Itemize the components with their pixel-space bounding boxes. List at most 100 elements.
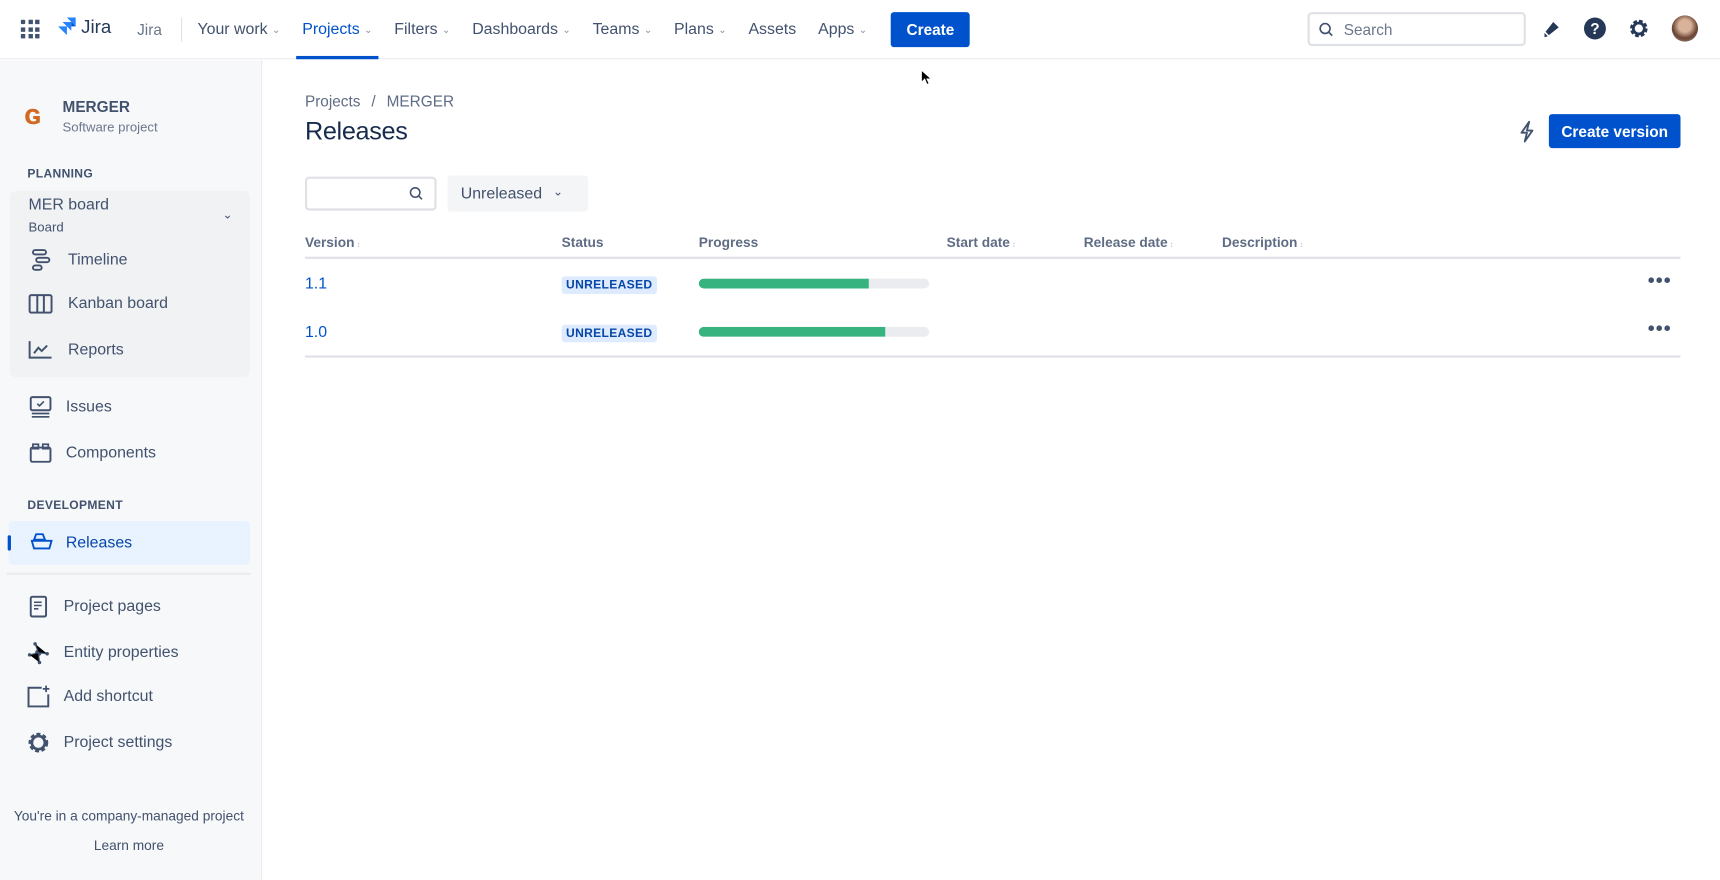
column-start-date[interactable]: Start date ↕ — [947, 235, 1016, 250]
column-label: Version — [304, 234, 355, 251]
sidebar-item-reports[interactable]: Reports — [28, 338, 124, 362]
sidebar-item-label: Entity properties — [63, 643, 179, 662]
create-label: Create — [906, 20, 955, 39]
nav-apps[interactable]: Apps ⌄ — [807, 0, 878, 59]
breadcrumb-merger[interactable]: MERGER — [387, 92, 454, 110]
nav-label: Your work — [197, 20, 268, 39]
kanban-icon — [28, 292, 53, 316]
search-placeholder: Search — [1343, 20, 1393, 38]
column-status: Status — [562, 235, 604, 250]
nav-label: Assets — [748, 20, 797, 39]
progress-fill — [698, 278, 870, 289]
nav-teams[interactable]: Teams ⌄ — [582, 0, 663, 59]
create-version-button[interactable]: Create version — [1548, 114, 1681, 149]
app-switcher-icon[interactable] — [20, 19, 40, 39]
product-label[interactable]: Jira — [137, 21, 162, 39]
column-label: Release date — [1083, 234, 1168, 251]
more-actions-icon[interactable]: ••• — [1648, 269, 1672, 292]
column-label: Description — [1221, 234, 1298, 251]
mouse-cursor-icon — [920, 69, 932, 86]
breadcrumb-projects[interactable]: Projects — [305, 92, 360, 110]
sidebar-item-label: Add shortcut — [63, 687, 153, 706]
nav-your-work[interactable]: Your work ⌄ — [186, 0, 291, 59]
sidebar-item-releases[interactable]: Releases — [7, 521, 251, 565]
development-heading: DEVELOPMENT — [27, 499, 123, 513]
column-version[interactable]: Version ↕ — [305, 235, 361, 250]
nav-projects[interactable]: Projects ⌄ — [291, 0, 383, 60]
project-name: MERGER — [62, 97, 130, 116]
filter-label: Unreleased — [460, 184, 543, 203]
add-shortcut-icon — [26, 684, 50, 708]
jira-logo[interactable]: Jira — [55, 16, 111, 38]
sidebar-item-add-shortcut[interactable]: Add shortcut — [26, 684, 153, 708]
nav-label: Dashboards — [472, 20, 558, 39]
create-button[interactable]: Create — [891, 12, 970, 48]
chevron-down-icon: ⌄ — [718, 23, 727, 35]
sidebar-item-components[interactable]: Components — [29, 441, 156, 465]
sidebar-item-label: Releases — [65, 534, 133, 552]
sidebar-item-project-pages[interactable]: Project pages — [26, 595, 161, 619]
nav-filters[interactable]: Filters ⌄ — [383, 0, 461, 59]
column-release-date[interactable]: Release date ↕ — [1084, 235, 1174, 250]
settings-icon[interactable] — [1627, 16, 1651, 40]
nav-plans[interactable]: Plans ⌄ — [663, 0, 737, 59]
nav-label: Plans — [674, 20, 714, 39]
chevron-down-icon: ⌄ — [271, 23, 281, 35]
version-search-input[interactable] — [304, 176, 437, 211]
sidebar-item-issues[interactable]: Issues — [29, 395, 112, 419]
board-selector[interactable]: MER board Board ⌄ — [29, 196, 240, 235]
column-label: Progress — [698, 234, 759, 251]
learn-more-link[interactable]: Learn more — [0, 838, 258, 853]
sort-icon: ↕ — [1169, 241, 1174, 250]
chevron-down-icon: ⌄ — [553, 185, 564, 199]
chevron-down-icon: ⌄ — [858, 23, 868, 35]
sidebar-item-label: Kanban board — [68, 295, 168, 313]
board-name: MER board — [28, 196, 109, 214]
company-managed-text: You're in a company-managed project — [13, 808, 244, 824]
chevron-down-icon: ⌄ — [643, 23, 653, 35]
more-actions-icon[interactable]: ••• — [1648, 317, 1672, 340]
pages-icon — [26, 595, 50, 619]
nav-assets[interactable]: Assets — [737, 0, 807, 59]
table-row: 1.1 UNRELEASED ••• — [305, 269, 1681, 323]
breadcrumb-separator: / — [371, 92, 376, 110]
sidebar-item-entity-properties[interactable]: Entity properties — [26, 641, 179, 665]
avatar[interactable] — [1671, 15, 1699, 42]
nav-dashboards[interactable]: Dashboards ⌄ — [461, 0, 581, 59]
sidebar-item-timeline[interactable]: Timeline — [29, 248, 128, 272]
automation-lightning-icon[interactable] — [1518, 120, 1536, 143]
search-icon — [1319, 22, 1333, 36]
sidebar-item-label: Project settings — [63, 733, 173, 752]
active-indicator — [7, 535, 11, 551]
table-bottom-divider — [304, 355, 1681, 358]
table-row: 1.0 UNRELEASED ••• — [305, 317, 1681, 372]
create-version-label: Create version — [1561, 122, 1669, 140]
chevron-down-icon: ⌄ — [364, 23, 373, 35]
header-divider — [304, 256, 1681, 259]
project-type: Software project — [62, 119, 158, 135]
status-filter-dropdown[interactable]: Unreleased ⌄ — [447, 175, 588, 212]
sort-icon: ↕ — [356, 241, 361, 250]
divider — [6, 572, 252, 575]
jira-logo-text: Jira — [81, 16, 112, 38]
timeline-icon — [29, 248, 53, 272]
status-badge: UNRELEASED — [561, 276, 657, 294]
sidebar-item-kanban[interactable]: Kanban board — [28, 292, 168, 316]
board-type: Board — [28, 219, 64, 235]
top-navigation: Jira Jira Your work ⌄ Projects ⌄ Filters ⌄ Das… — [0, 0, 1720, 60]
help-icon[interactable]: ? — [1583, 16, 1607, 40]
sidebar-item-project-settings[interactable]: Project settings — [26, 731, 172, 755]
jira-logo-icon — [58, 17, 76, 36]
chevron-down-icon: ⌄ — [441, 23, 451, 35]
version-link[interactable]: 1.0 — [305, 324, 327, 342]
progress-bar — [698, 326, 930, 337]
search-input[interactable]: Search — [1307, 12, 1526, 47]
issues-icon — [29, 395, 53, 419]
sidebar-item-label: Issues — [65, 398, 112, 416]
column-description[interactable]: Description ↕ — [1222, 235, 1303, 250]
releases-icon — [30, 533, 53, 550]
sort-icon: ↕ — [1299, 241, 1304, 250]
notifications-icon[interactable] — [1539, 16, 1563, 40]
column-progress: Progress — [699, 235, 758, 250]
version-link[interactable]: 1.1 — [305, 275, 327, 293]
